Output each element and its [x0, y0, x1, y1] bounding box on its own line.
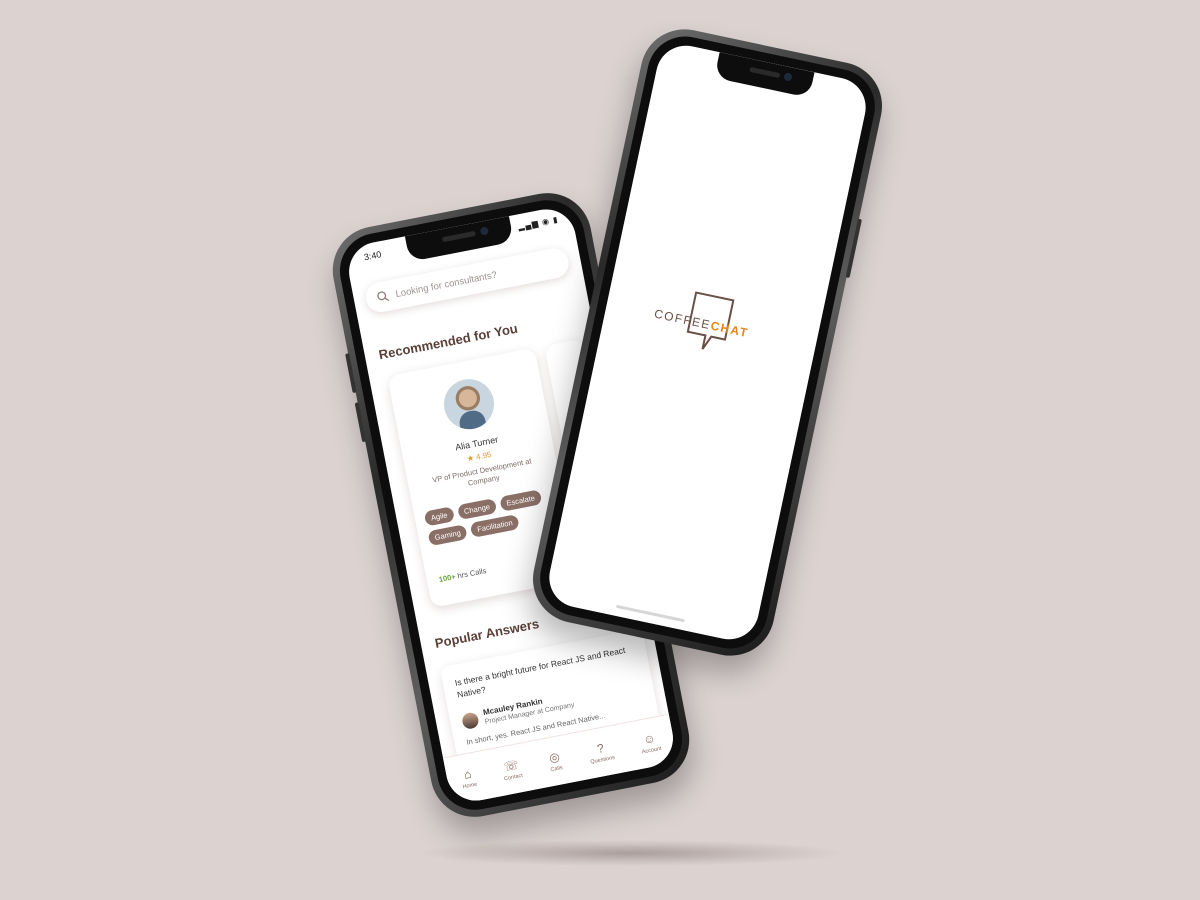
tab-label: Contact [503, 772, 524, 783]
calls-icon: ◎ [547, 749, 561, 766]
questions-icon: ? [595, 740, 606, 756]
tab-contact[interactable]: ☏ Contact [501, 757, 524, 782]
tab-label: Questions [590, 754, 616, 766]
tab-label: Calls [550, 765, 564, 774]
calls-label: hrs Calls [456, 566, 488, 581]
search-placeholder: Looking for consultants? [394, 269, 498, 300]
volume-button [345, 353, 357, 394]
question-text: Is there a bright future for React JS an… [453, 644, 627, 700]
tab-label: Account [641, 745, 663, 756]
tag[interactable]: Agile [423, 506, 455, 527]
mockup-stage: 3:40 ▂▄▆ ◉ ▮ Looking for consultants? Re… [0, 0, 1200, 900]
popular-title: Popular Answers [433, 616, 541, 651]
tag[interactable]: Facilitation [469, 514, 520, 538]
status-time: 3:40 [363, 249, 383, 263]
tag-list: Agile Change Escalate Gaming Facilitatio… [423, 487, 560, 547]
tab-account[interactable]: ☺ Account [638, 730, 663, 756]
tab-label: Home [462, 781, 478, 791]
calls-count: 100+ [438, 571, 457, 585]
home-icon: ⌂ [462, 766, 473, 782]
author-avatar [461, 711, 480, 731]
tab-home[interactable]: ⌂ Home [459, 766, 478, 791]
tab-calls[interactable]: ◎ Calls [546, 749, 564, 773]
tag[interactable]: Change [456, 498, 498, 521]
calls-stat: 100+ hrs Calls [438, 566, 487, 584]
tag[interactable]: Escalate [499, 489, 543, 512]
account-icon: ☺ [642, 730, 657, 747]
search-icon [375, 288, 391, 304]
contact-icon: ☏ [502, 757, 520, 775]
signal-icon: ▂▄▆ ◉ ▮ [517, 214, 560, 232]
tag[interactable]: Gaming [427, 524, 468, 547]
volume-button [354, 402, 367, 443]
tab-questions[interactable]: ? Questions [587, 739, 616, 766]
avatar [439, 374, 499, 434]
floor-shadow [420, 840, 840, 866]
coffeechat-logo: COFFEECHAT [642, 275, 778, 388]
